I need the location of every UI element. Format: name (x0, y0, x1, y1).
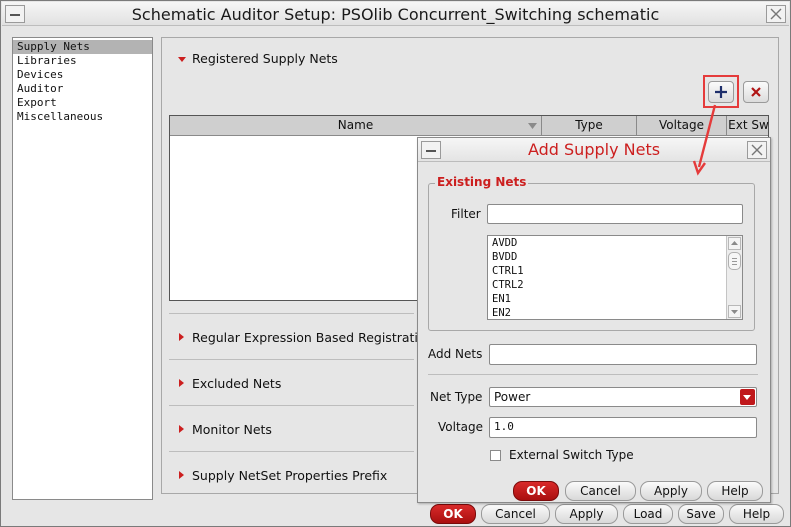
voltage-input[interactable]: 1.0 (489, 417, 757, 438)
net-type-value: Power (494, 390, 531, 404)
cancel-button[interactable]: Cancel (481, 504, 550, 524)
list-item[interactable]: BVDD (488, 250, 742, 264)
external-switch-label: External Switch Type (509, 448, 634, 462)
load-button[interactable]: Load (623, 504, 673, 524)
dialog-close-icon[interactable] (747, 141, 767, 159)
expand-triangle-icon[interactable] (179, 379, 184, 387)
filter-input[interactable] (487, 204, 743, 224)
help-button[interactable]: Help (729, 504, 784, 524)
column-type[interactable]: Type (542, 116, 637, 135)
divider (169, 313, 414, 314)
expand-triangle-icon[interactable] (179, 425, 184, 433)
divider (169, 405, 414, 406)
column-name-label: Name (337, 118, 374, 132)
registered-supply-nets-header[interactable]: Registered Supply Nets (192, 51, 338, 66)
column-ext-sw[interactable]: Ext Sw (727, 116, 770, 135)
remove-net-button[interactable] (743, 81, 769, 103)
sort-down-icon[interactable] (528, 123, 537, 129)
voltage-label: Voltage (438, 420, 484, 434)
sidebar-item-auditor[interactable]: Auditor (13, 82, 152, 96)
column-name[interactable]: Name (170, 116, 542, 135)
net-type-label: Net Type (430, 390, 483, 404)
external-switch-checkbox[interactable] (490, 450, 501, 461)
main-window: Schematic Auditor Setup: PSOlib Concurre… (0, 0, 791, 527)
net-type-select[interactable]: Power (489, 387, 757, 407)
excluded-nets-header[interactable]: Excluded Nets (192, 376, 281, 391)
vertical-scrollbar[interactable] (726, 236, 742, 319)
apply-button[interactable]: Apply (555, 504, 618, 524)
divider (169, 451, 414, 452)
add-nets-label: Add Nets (428, 347, 483, 361)
title-bar: Schematic Auditor Setup: PSOlib Concurre… (2, 2, 789, 26)
sidebar-item-devices[interactable]: Devices (13, 68, 152, 82)
add-nets-input[interactable] (489, 344, 757, 365)
add-supply-nets-dialog: Add Supply Nets Existing Nets Filter AVD… (417, 137, 771, 503)
monitor-nets-header[interactable]: Monitor Nets (192, 422, 272, 437)
annotation-arrow-icon (692, 104, 717, 176)
existing-nets-list[interactable]: AVDD BVDD CTRL1 CTRL2 EN1 EN2 (487, 235, 743, 320)
save-button[interactable]: Save (678, 504, 724, 524)
collapse-triangle-icon[interactable] (178, 57, 186, 62)
table-header: Name Type Voltage Ext Sw (170, 116, 770, 136)
list-item[interactable]: EN2 (488, 306, 742, 320)
scroll-down-icon[interactable] (728, 305, 741, 318)
dialog-ok-button[interactable]: OK (513, 481, 559, 501)
sidebar-item-export[interactable]: Export (13, 96, 152, 110)
chevron-down-icon[interactable] (740, 389, 755, 405)
close-icon (751, 87, 761, 97)
dialog-help-button[interactable]: Help (707, 481, 763, 501)
regex-registration-header[interactable]: Regular Expression Based Registration (192, 330, 433, 345)
expand-triangle-icon[interactable] (179, 333, 184, 341)
ok-button[interactable]: OK (430, 504, 476, 524)
divider (169, 359, 414, 360)
close-icon[interactable] (766, 5, 786, 23)
minimize-icon[interactable] (5, 5, 25, 23)
sidebar-item-libraries[interactable]: Libraries (13, 54, 152, 68)
expand-triangle-icon[interactable] (179, 471, 184, 479)
list-item[interactable]: CTRL1 (488, 264, 742, 278)
list-item[interactable]: AVDD (488, 236, 742, 250)
existing-nets-title: Existing Nets (435, 175, 529, 189)
scroll-up-icon[interactable] (728, 237, 741, 250)
divider (428, 374, 758, 375)
list-item[interactable]: EN1 (488, 292, 742, 306)
filter-label: Filter (451, 207, 481, 221)
window-title: Schematic Auditor Setup: PSOlib Concurre… (131, 5, 660, 24)
supply-netset-prefix-header[interactable]: Supply NetSet Properties Prefix (192, 468, 387, 483)
sidebar-item-supply-nets[interactable]: Supply Nets (13, 40, 152, 54)
sidebar-item-miscellaneous[interactable]: Miscellaneous (13, 110, 152, 124)
scrollbar-thumb[interactable] (728, 252, 741, 270)
dialog-apply-button[interactable]: Apply (640, 481, 702, 501)
dialog-cancel-button[interactable]: Cancel (565, 481, 636, 501)
sidebar: Supply Nets Libraries Devices Auditor Ex… (12, 37, 153, 500)
list-item[interactable]: CTRL2 (488, 278, 742, 292)
